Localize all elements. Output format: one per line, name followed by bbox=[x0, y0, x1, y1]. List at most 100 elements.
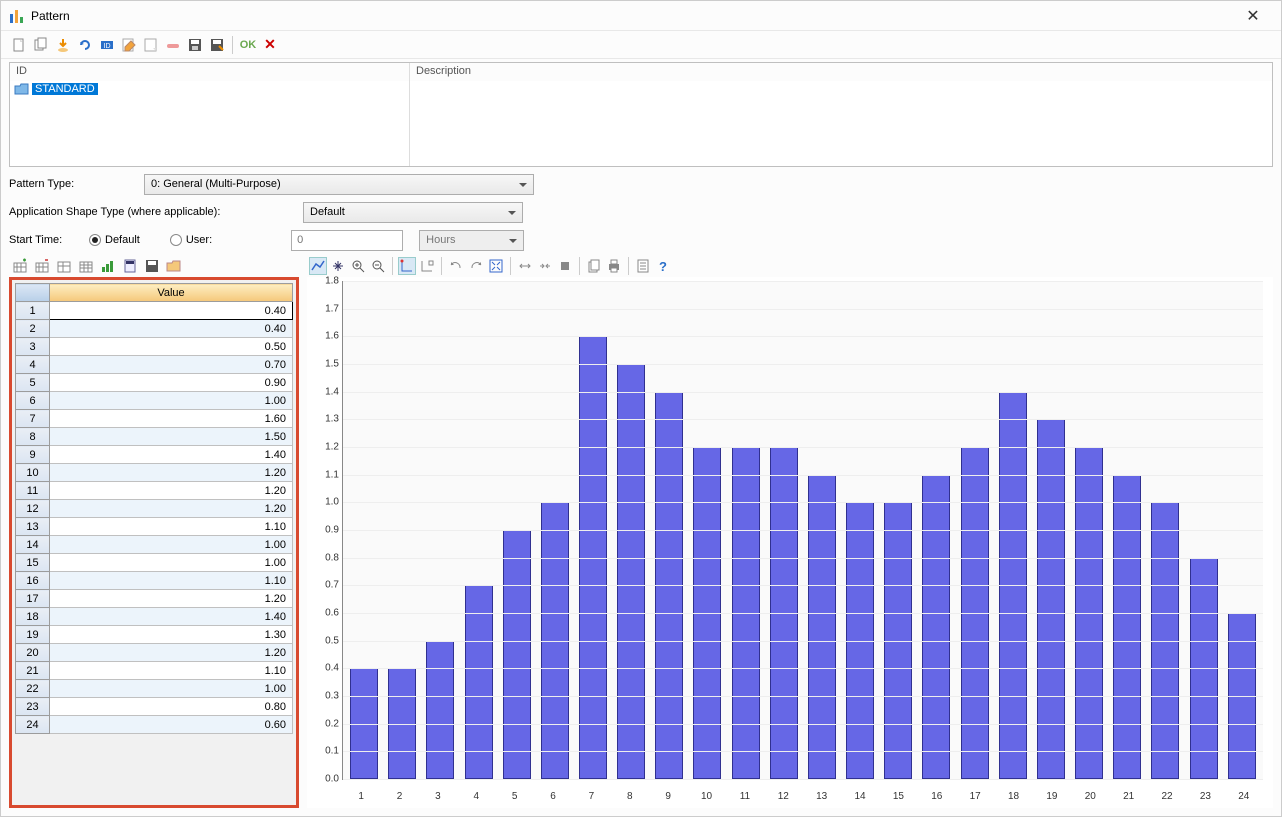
table-row[interactable]: 221.00 bbox=[16, 680, 293, 698]
row-header[interactable]: 2 bbox=[16, 320, 50, 338]
new-icon[interactable] bbox=[9, 35, 29, 55]
value-cell[interactable]: 1.10 bbox=[50, 572, 293, 590]
pattern-type-select[interactable]: 0: General (Multi-Purpose) bbox=[144, 174, 534, 195]
chart-copy-icon[interactable] bbox=[585, 257, 603, 275]
row-header[interactable]: 19 bbox=[16, 626, 50, 644]
ok-button[interactable]: OK bbox=[238, 35, 258, 55]
table-row[interactable]: 10.40 bbox=[16, 302, 293, 320]
row-header[interactable]: 11 bbox=[16, 482, 50, 500]
chart-zoomin-icon[interactable] bbox=[349, 257, 367, 275]
table-row[interactable]: 201.20 bbox=[16, 644, 293, 662]
value-cell[interactable]: 0.50 bbox=[50, 338, 293, 356]
value-cell[interactable]: 0.40 bbox=[50, 302, 293, 320]
value-cell[interactable]: 1.00 bbox=[50, 536, 293, 554]
table-row[interactable]: 91.40 bbox=[16, 446, 293, 464]
value-cell[interactable]: 1.00 bbox=[50, 680, 293, 698]
chart-undo-icon[interactable] bbox=[447, 257, 465, 275]
table-row[interactable]: 141.00 bbox=[16, 536, 293, 554]
edit-icon[interactable] bbox=[119, 35, 139, 55]
save-icon[interactable] bbox=[185, 35, 205, 55]
row-header[interactable]: 17 bbox=[16, 590, 50, 608]
table-row[interactable]: 30.50 bbox=[16, 338, 293, 356]
value-cell[interactable]: 0.70 bbox=[50, 356, 293, 374]
table-calc-icon[interactable] bbox=[121, 257, 139, 275]
row-header[interactable]: 4 bbox=[16, 356, 50, 374]
row-header[interactable]: 24 bbox=[16, 716, 50, 734]
value-cell[interactable]: 1.20 bbox=[50, 464, 293, 482]
value-cell[interactable]: 1.40 bbox=[50, 608, 293, 626]
row-header[interactable]: 5 bbox=[16, 374, 50, 392]
value-cell[interactable]: 1.10 bbox=[50, 662, 293, 680]
bar[interactable] bbox=[617, 364, 645, 779]
chart-axis2-icon[interactable] bbox=[418, 257, 436, 275]
value-cell[interactable]: 1.20 bbox=[50, 590, 293, 608]
value-table[interactable]: Value 10.4020.4030.5040.7050.9061.0071.6… bbox=[15, 283, 293, 734]
table-row[interactable]: 181.40 bbox=[16, 608, 293, 626]
table-row[interactable]: 40.70 bbox=[16, 356, 293, 374]
table-row[interactable]: 101.20 bbox=[16, 464, 293, 482]
chart-hshrink-icon[interactable] bbox=[536, 257, 554, 275]
reload-icon[interactable] bbox=[75, 35, 95, 55]
start-time-input[interactable]: 0 bbox=[291, 230, 403, 251]
row-header[interactable]: 18 bbox=[16, 608, 50, 626]
row-header[interactable]: 7 bbox=[16, 410, 50, 428]
copy-icon[interactable] bbox=[31, 35, 51, 55]
table-row[interactable]: 61.00 bbox=[16, 392, 293, 410]
chart-fit-icon[interactable] bbox=[487, 257, 505, 275]
value-cell[interactable]: 1.00 bbox=[50, 554, 293, 572]
value-cell[interactable]: 1.00 bbox=[50, 392, 293, 410]
chart-hstretch-icon[interactable] bbox=[516, 257, 534, 275]
column-header-id[interactable]: ID bbox=[10, 63, 409, 81]
table-row[interactable]: 171.20 bbox=[16, 590, 293, 608]
row-header[interactable]: 13 bbox=[16, 518, 50, 536]
note-icon[interactable] bbox=[141, 35, 161, 55]
row-header[interactable]: 9 bbox=[16, 446, 50, 464]
table-row[interactable]: 71.60 bbox=[16, 410, 293, 428]
table-row[interactable]: 240.60 bbox=[16, 716, 293, 734]
table-save-icon[interactable] bbox=[143, 257, 161, 275]
table-tool4-icon[interactable] bbox=[77, 257, 95, 275]
row-header[interactable]: 20 bbox=[16, 644, 50, 662]
row-header[interactable]: 21 bbox=[16, 662, 50, 680]
chart-axis1-icon[interactable] bbox=[398, 257, 416, 275]
value-cell[interactable]: 1.30 bbox=[50, 626, 293, 644]
table-row[interactable]: 111.20 bbox=[16, 482, 293, 500]
chart-settings-icon[interactable] bbox=[634, 257, 652, 275]
row-header[interactable]: 15 bbox=[16, 554, 50, 572]
chart-line-icon[interactable] bbox=[309, 257, 327, 275]
row-header[interactable]: 22 bbox=[16, 680, 50, 698]
table-row[interactable]: 131.10 bbox=[16, 518, 293, 536]
tree-item-standard[interactable]: STANDARD bbox=[14, 82, 405, 96]
value-cell[interactable]: 0.40 bbox=[50, 320, 293, 338]
value-cell[interactable]: 1.60 bbox=[50, 410, 293, 428]
import-icon[interactable] bbox=[53, 35, 73, 55]
value-cell[interactable]: 1.20 bbox=[50, 482, 293, 500]
value-cell[interactable]: 0.80 bbox=[50, 698, 293, 716]
value-cell[interactable]: 1.20 bbox=[50, 644, 293, 662]
table-row[interactable]: 230.80 bbox=[16, 698, 293, 716]
column-header-description[interactable]: Description bbox=[410, 63, 1272, 81]
value-cell[interactable]: 1.20 bbox=[50, 500, 293, 518]
table-row[interactable]: 81.50 bbox=[16, 428, 293, 446]
row-header[interactable]: 3 bbox=[16, 338, 50, 356]
row-header[interactable]: 12 bbox=[16, 500, 50, 518]
shape-type-select[interactable]: Default bbox=[303, 202, 523, 223]
bar[interactable] bbox=[1113, 475, 1141, 779]
row-header[interactable]: 10 bbox=[16, 464, 50, 482]
table-row[interactable]: 161.10 bbox=[16, 572, 293, 590]
column-header-value[interactable]: Value bbox=[50, 284, 293, 302]
row-header[interactable]: 6 bbox=[16, 392, 50, 410]
cancel-button[interactable]: ✕ bbox=[260, 35, 280, 55]
table-row[interactable]: 20.40 bbox=[16, 320, 293, 338]
chart-pan-icon[interactable] bbox=[329, 257, 347, 275]
table-row[interactable]: 121.20 bbox=[16, 500, 293, 518]
value-cell[interactable]: 0.90 bbox=[50, 374, 293, 392]
delete-icon[interactable] bbox=[163, 35, 183, 55]
row-header[interactable]: 23 bbox=[16, 698, 50, 716]
value-cell[interactable]: 1.10 bbox=[50, 518, 293, 536]
value-cell[interactable]: 0.60 bbox=[50, 716, 293, 734]
row-header[interactable]: 1 bbox=[16, 302, 50, 320]
table-tool3-icon[interactable] bbox=[55, 257, 73, 275]
save-as-icon[interactable] bbox=[207, 35, 227, 55]
bar[interactable] bbox=[922, 475, 950, 779]
